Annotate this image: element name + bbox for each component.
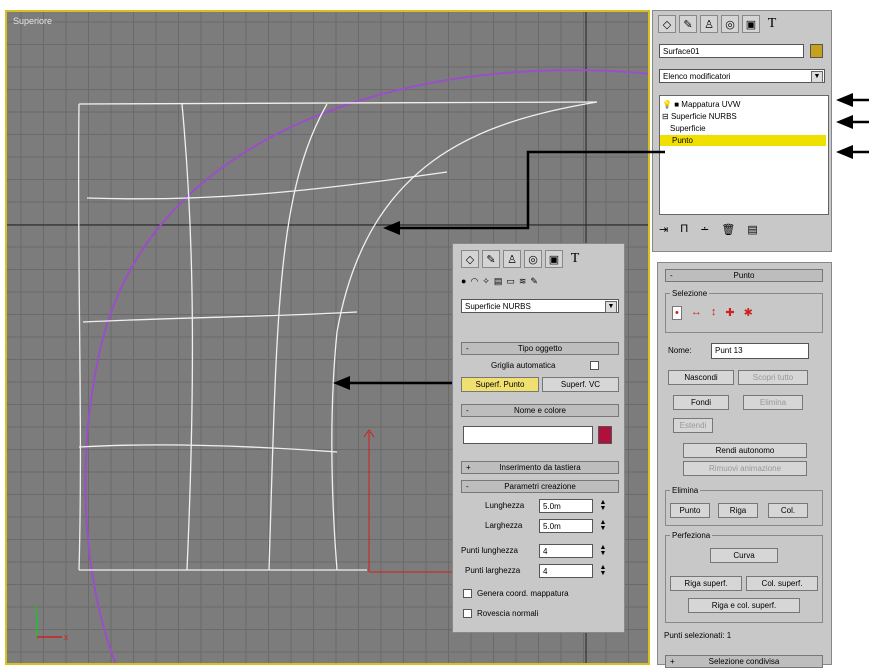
arrow-head-icon xyxy=(333,376,350,390)
arrow-head-icon xyxy=(836,93,853,107)
annotation-arrows xyxy=(333,93,869,390)
arrow-head-icon xyxy=(836,145,853,159)
arrow-head-icon xyxy=(836,115,853,129)
arrow-head-icon xyxy=(383,221,400,235)
